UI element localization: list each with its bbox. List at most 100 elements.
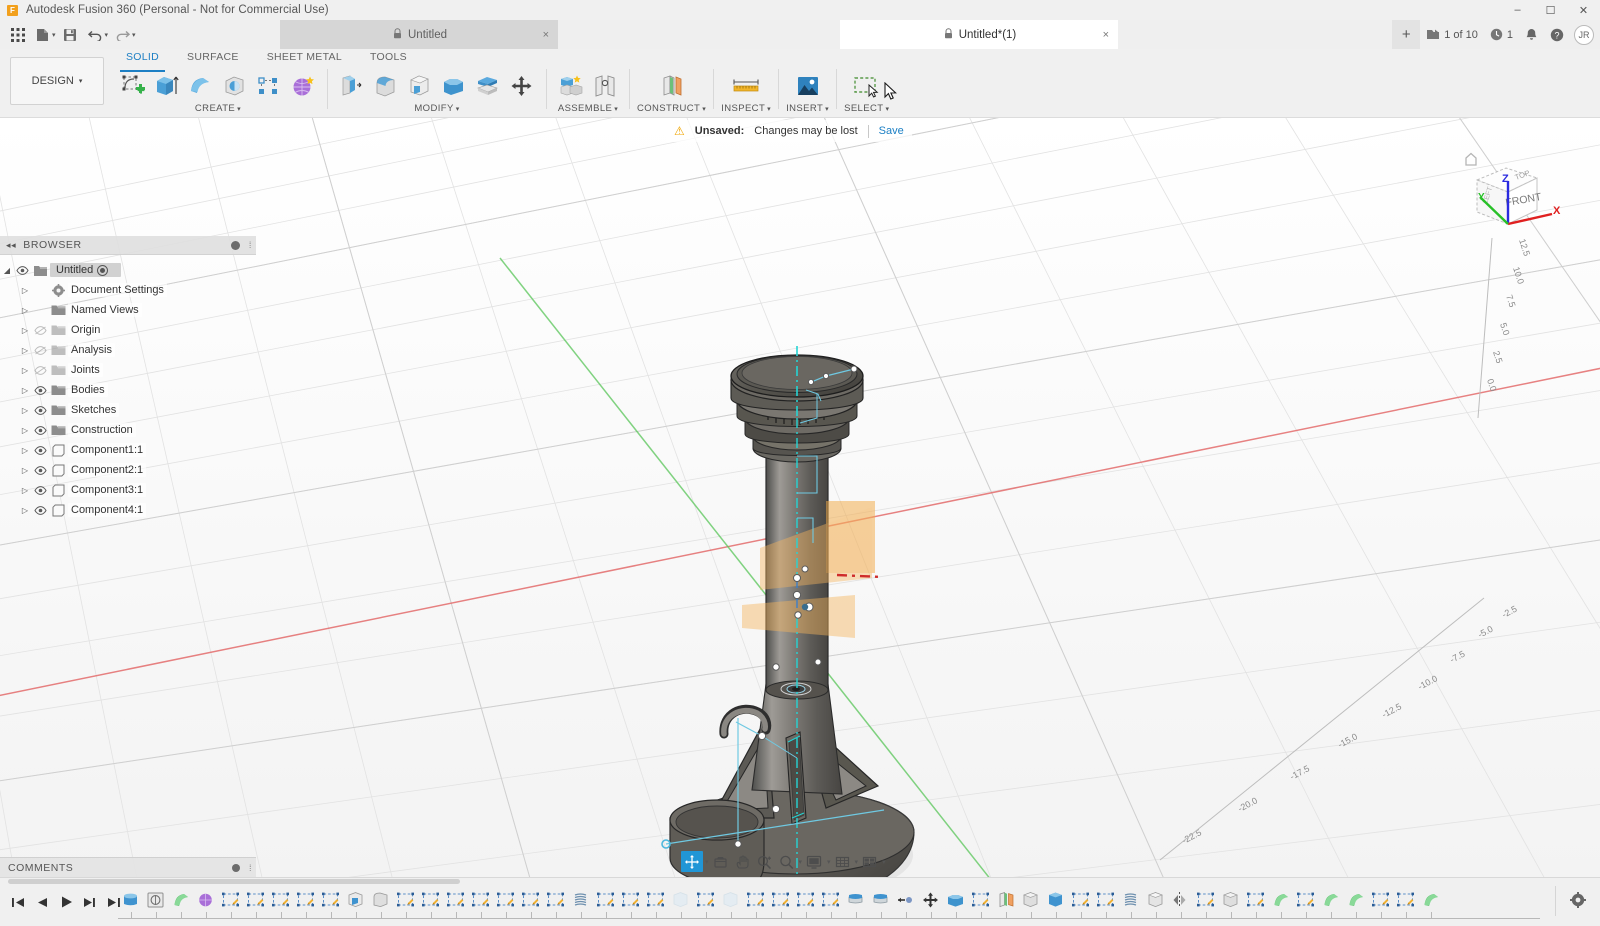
timeline-sketch-feature[interactable]: [643, 888, 668, 919]
create-form-icon[interactable]: [286, 69, 320, 102]
timeline-sketch-feature[interactable]: [1293, 888, 1318, 919]
root-selected-radio-icon[interactable]: [97, 264, 109, 276]
insert-image-icon[interactable]: [791, 69, 825, 102]
timeline-fillet-feature[interactable]: [1243, 888, 1268, 919]
timeline-sketch-feature[interactable]: [468, 888, 493, 919]
save-icon[interactable]: [58, 22, 83, 47]
expand-arrow-icon[interactable]: ▷: [18, 346, 32, 355]
redo-caret-icon[interactable]: ▾: [132, 31, 136, 39]
timeline-sketch-feature[interactable]: [293, 888, 318, 919]
comments-resize-handle[interactable]: ⁞: [249, 863, 252, 873]
tree-root-untitled[interactable]: ◢ Untitled: [0, 260, 256, 280]
document-tab-close-icon[interactable]: ×: [543, 29, 549, 41]
timeline-sketch-feature[interactable]: [243, 888, 268, 919]
visibility-eye-icon[interactable]: [32, 485, 49, 495]
browser-options-icon[interactable]: [231, 240, 240, 250]
viewports-caret-icon[interactable]: ▾: [882, 858, 886, 866]
chevron-down-icon[interactable]: ▾: [885, 106, 889, 113]
timeline-fillet-feature[interactable]: [1093, 888, 1118, 919]
display-settings-ca1ret-icon[interactable]: ▾: [827, 858, 831, 866]
expand-arrow-icon[interactable]: ▷: [18, 506, 32, 515]
new-file-caret-icon[interactable]: ▾: [52, 31, 56, 39]
timeline-sketch-feature[interactable]: [218, 888, 243, 919]
timeline-move-feature[interactable]: [918, 888, 943, 919]
expand-arrow-icon[interactable]: ▷: [18, 486, 32, 495]
new-document-tab-button[interactable]: +: [1392, 20, 1421, 49]
visibility-eye-icon[interactable]: [32, 385, 49, 395]
expand-arrow-icon[interactable]: ▷: [18, 446, 32, 455]
extrude-icon[interactable]: [150, 69, 184, 102]
visibility-eye-off-icon[interactable]: [32, 365, 49, 375]
move-copy-icon[interactable]: [505, 69, 539, 102]
minimize-button[interactable]: ‒: [1501, 0, 1534, 20]
expand-arrow-icon[interactable]: ▷: [18, 306, 32, 315]
fillet-icon[interactable]: [369, 69, 403, 102]
recent-activity-indicator[interactable]: 1: [1484, 20, 1519, 49]
user-avatar[interactable]: JR: [1574, 24, 1594, 45]
pattern-icon[interactable]: [252, 69, 286, 102]
tree-item-component2[interactable]: ▷ Component2:1: [0, 460, 256, 480]
expand-arrow-icon[interactable]: ▷: [18, 426, 32, 435]
collapse-panel-icon[interactable]: ◂◂: [6, 240, 16, 251]
document-tab-untitled[interactable]: Untitled ×: [280, 20, 558, 49]
tree-item-analysis[interactable]: ▷ Analysis: [0, 340, 256, 360]
timeline-sketch-feature[interactable]: [618, 888, 643, 919]
chevron-down-icon[interactable]: ▾: [702, 106, 706, 113]
timeline-revolve-feature[interactable]: [1318, 888, 1343, 919]
chevron-down-icon[interactable]: ▾: [614, 106, 618, 113]
timeline-body-feature[interactable]: [1018, 888, 1043, 919]
timeline-combine-feature[interactable]: [943, 888, 968, 919]
expand-arrow-icon[interactable]: ▷: [18, 406, 32, 415]
expand-arrow-icon[interactable]: ▷: [18, 366, 32, 375]
save-link[interactable]: Save: [879, 125, 904, 137]
comments-panel[interactable]: COMMENTS ⁞: [0, 857, 256, 877]
timeline-thread-feature[interactable]: [1118, 888, 1143, 919]
timeline-sketch-feature[interactable]: [593, 888, 618, 919]
visibility-eye-off-icon[interactable]: [32, 345, 49, 355]
timeline-shell-feature[interactable]: [718, 888, 743, 919]
look-at-icon[interactable]: [710, 851, 731, 872]
orbit-icon[interactable]: [681, 851, 703, 872]
document-tab-untitled-1[interactable]: Untitled*(1) ×: [840, 20, 1118, 49]
timeline-sketch-feature[interactable]: [493, 888, 518, 919]
app-grid-icon[interactable]: [5, 22, 30, 47]
tree-item-joints[interactable]: ▷ Joints: [0, 360, 256, 380]
offset-plane-icon[interactable]: [655, 69, 689, 102]
timeline-body-feature[interactable]: [1043, 888, 1068, 919]
timeline-sketch-feature[interactable]: [1068, 888, 1093, 919]
split-face-icon[interactable]: [471, 69, 505, 102]
timeline-fillet-feature[interactable]: [318, 888, 343, 919]
timeline-first-button[interactable]: [8, 890, 28, 914]
expand-arrow-icon[interactable]: ▷: [18, 466, 32, 475]
maximize-button[interactable]: ☐: [1534, 0, 1567, 20]
grid-snaps-icon[interactable]: [832, 851, 853, 872]
visibility-eye-off-icon[interactable]: [32, 325, 49, 335]
timeline-shell-feature[interactable]: [668, 888, 693, 919]
tree-item-named-views[interactable]: ▷ Named Views: [0, 300, 256, 320]
timeline-sketch-feature[interactable]: [743, 888, 768, 919]
timeline-sketch-feature[interactable]: [393, 888, 418, 919]
timeline-sketch-feature[interactable]: [793, 888, 818, 919]
timeline-sketch-feature[interactable]: [1393, 888, 1418, 919]
tree-item-component1[interactable]: ▷ Component1:1: [0, 440, 256, 460]
tree-item-sketches[interactable]: ▷ Sketches: [0, 400, 256, 420]
timeline-extrude-feature[interactable]: [843, 888, 868, 919]
viewport-3d[interactable]: 12.5 10.0 7.5 5.0 2.5 0.0 -2.5 -5.0 -7.5…: [0, 118, 1600, 877]
timeline-next-button[interactable]: [80, 890, 100, 914]
timeline-settings-icon[interactable]: [1570, 892, 1586, 911]
timeline-revolve-feature[interactable]: [1418, 888, 1443, 919]
revolve-icon[interactable]: [184, 69, 218, 102]
chevron-down-icon[interactable]: ▾: [237, 106, 241, 113]
undo-caret-icon[interactable]: ▾: [105, 31, 109, 39]
tab-tools[interactable]: TOOLS: [356, 51, 421, 67]
timeline-thread-feature[interactable]: [568, 888, 593, 919]
notifications-bell-icon[interactable]: [1519, 20, 1544, 49]
timeline-revolve-feature[interactable]: [1268, 888, 1293, 919]
workspace-selector[interactable]: DESIGN ▾: [10, 57, 104, 105]
timeline-sketch-feature[interactable]: [268, 888, 293, 919]
expand-arrow-icon[interactable]: ▷: [18, 286, 32, 295]
visibility-eye-icon[interactable]: [32, 425, 49, 435]
zoom-icon[interactable]: [754, 851, 775, 872]
expand-arrow-icon[interactable]: ◢: [0, 266, 14, 275]
comments-options-icon[interactable]: [232, 863, 240, 872]
